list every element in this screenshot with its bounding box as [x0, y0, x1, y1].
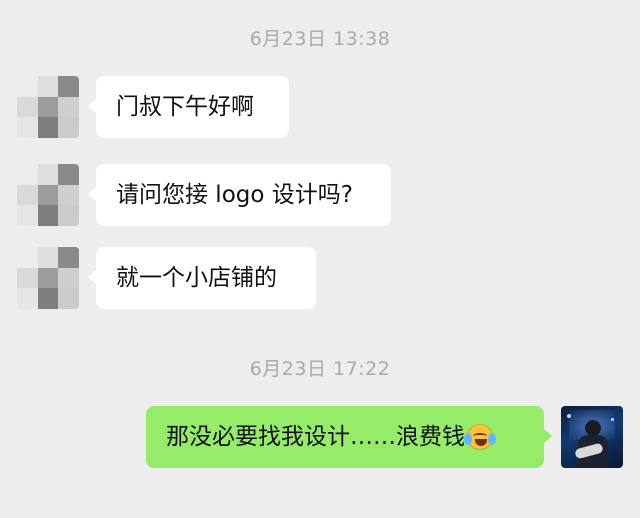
mosaic-tile — [17, 247, 38, 268]
mosaic-tile — [58, 267, 79, 289]
mosaic-tile — [17, 117, 38, 138]
message-bubble[interactable]: 就一个小店铺的 — [88, 247, 316, 309]
message-bubble[interactable]: 请问您接 logo 设计吗? — [88, 164, 391, 226]
timestamp: 6月23日 17:22 — [249, 358, 391, 380]
mosaic-tile — [17, 184, 38, 206]
mosaic-tile — [58, 247, 79, 268]
message-text: 那没必要找我设计……浪费钱 — [166, 424, 465, 450]
mosaic-tile — [17, 76, 38, 97]
mosaic-tile — [37, 164, 59, 185]
mosaic-tile — [37, 76, 59, 97]
mosaic-tile — [37, 288, 59, 309]
mosaic-tile — [58, 76, 79, 97]
mosaic-tile — [37, 96, 59, 118]
mosaic-tile — [37, 267, 59, 289]
mosaic-tile — [17, 205, 38, 226]
mosaic-tile — [17, 267, 38, 289]
my-avatar[interactable] — [561, 406, 623, 468]
mosaic-tile — [58, 96, 79, 118]
mosaic-tile — [37, 184, 59, 206]
mosaic-tile — [58, 184, 79, 206]
crying-laughing-emoji-icon — [464, 424, 496, 450]
message-bubble[interactable]: 门叔下午好啊 — [88, 76, 289, 138]
message-row: 就一个小店铺的 — [0, 245, 640, 311]
message-bubble[interactable]: 那没必要找我设计……浪费钱 — [146, 406, 552, 468]
mosaic-tile — [58, 164, 79, 185]
mosaic-tile — [37, 205, 59, 226]
message-row: 请问您接 logo 设计吗? — [0, 162, 640, 228]
message-row: 门叔下午好啊 — [0, 74, 640, 140]
mosaic-tile — [58, 288, 79, 309]
mosaic-tile — [58, 205, 79, 226]
message-row: 那没必要找我设计……浪费钱 — [0, 404, 640, 470]
contact-avatar[interactable] — [17, 247, 79, 309]
contact-avatar[interactable] — [17, 164, 79, 226]
contact-avatar[interactable] — [17, 76, 79, 138]
mosaic-tile — [17, 96, 38, 118]
mosaic-tile — [37, 247, 59, 268]
timestamp: 6月23日 13:38 — [249, 28, 391, 50]
mosaic-tile — [37, 117, 59, 138]
mosaic-tile — [17, 288, 38, 309]
mosaic-tile — [58, 117, 79, 138]
mosaic-tile — [17, 164, 38, 185]
